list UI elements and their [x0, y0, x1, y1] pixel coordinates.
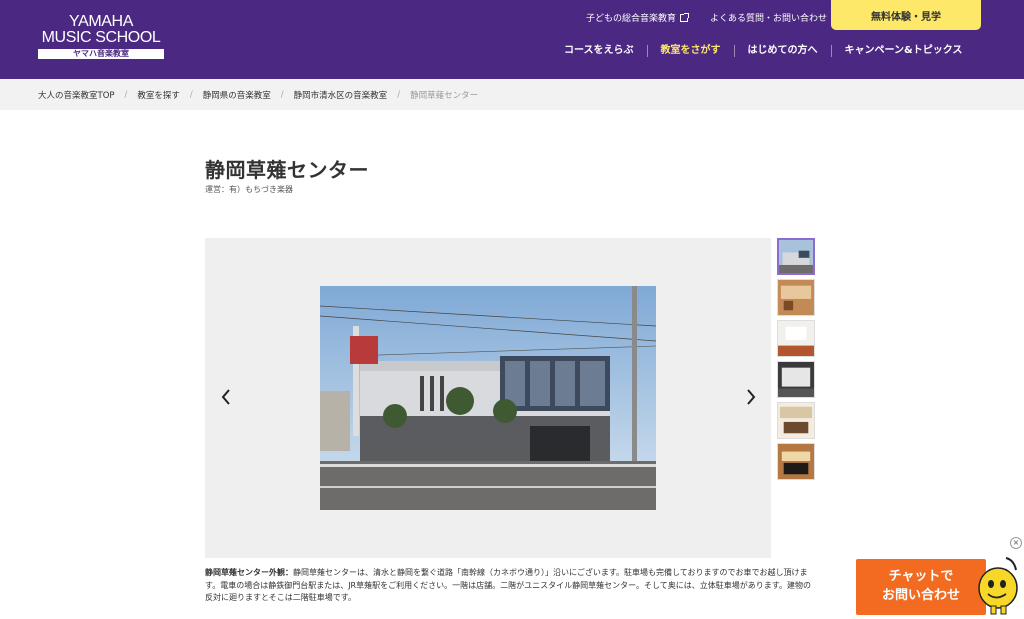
logo-line-2: MUSIC SCHOOL [41, 29, 161, 46]
main-nav: コースをえらぶ 教室をさがす はじめての方へ キャンペーン&トピックス [548, 45, 975, 57]
thumbnail-list [777, 238, 815, 484]
operator-info: 運営：有）もちづき楽器 [205, 185, 293, 194]
photo-gallery [205, 238, 771, 558]
nav-item-first-time[interactable]: はじめての方へ [733, 45, 831, 57]
chevron-right-icon [747, 389, 756, 405]
chat-close-button[interactable]: × [1010, 537, 1022, 549]
breadcrumb-item-current: 静岡草薙センター [410, 90, 479, 101]
chat-line-2: お問い合わせ [881, 588, 960, 603]
caption-text: 静岡草薙センターは、清水と静岡を繋ぐ道路「南幹線（カネボウ通り）」沿いにございま… [205, 568, 811, 602]
thumbnail-room-3[interactable] [777, 402, 815, 439]
thumbnail-lobby[interactable] [777, 279, 815, 316]
breadcrumb-item-city[interactable]: 静岡市清水区の音楽教室 [294, 89, 388, 101]
mascot-icon [976, 556, 1022, 616]
thumbnail-piano-room[interactable] [777, 443, 815, 480]
breadcrumb-separator: / [124, 89, 128, 100]
breadcrumb-separator: / [280, 89, 284, 100]
util-link-faq[interactable]: よくある質問・お問い合わせ [710, 11, 827, 24]
breadcrumb-separator: / [397, 89, 401, 100]
logo-subtitle: ヤマハ音楽教室 [38, 49, 164, 59]
util-link-kids-label: 子どもの総合音楽教育 [586, 14, 677, 24]
page-title: 静岡草薙センター [205, 158, 369, 182]
main-photo [320, 286, 656, 510]
logo-line-1: YAMAHA [69, 13, 133, 30]
thumbnail-room-2[interactable] [777, 361, 815, 398]
chat-line-1: チャットで [888, 569, 954, 584]
site-header: YAMAHA MUSIC SCHOOL ヤマハ音楽教室 子どもの総合音楽教育 よ… [0, 0, 1024, 79]
next-arrow-button[interactable] [744, 388, 758, 406]
yamaha-logo[interactable]: YAMAHA MUSIC SCHOOL ヤマハ音楽教室 [38, 14, 164, 59]
breadcrumb-item-top[interactable]: 大人の音楽教室TOP [38, 89, 115, 101]
photo-caption: 静岡草薙センター外観：静岡草薙センターは、清水と静岡を繋ぐ道路「南幹線（カネボウ… [205, 567, 813, 605]
thumbnail-exterior[interactable] [777, 238, 815, 275]
nav-item-courses[interactable]: コースをえらぶ [548, 45, 647, 57]
nav-item-find-school[interactable]: 教室をさがす [646, 45, 734, 57]
external-link-icon [680, 13, 690, 22]
caption-label: 静岡草薙センター外観： [205, 568, 293, 577]
nav-item-campaigns[interactable]: キャンペーン&トピックス [830, 45, 976, 57]
breadcrumb-separator: / [189, 89, 193, 100]
breadcrumb: 大人の音楽教室TOP / 教室を探す / 静岡県の音楽教室 / 静岡市清水区の音… [0, 79, 1024, 110]
utility-links: 子どもの総合音楽教育 よくある質問・お問い合わせ [586, 11, 827, 24]
breadcrumb-item-prefecture[interactable]: 静岡県の音楽教室 [203, 89, 271, 101]
prev-arrow-button[interactable] [219, 388, 233, 406]
free-trial-button[interactable]: 無料体験・見学 [831, 0, 981, 30]
chat-button[interactable]: チャットで お問い合わせ [856, 559, 986, 615]
util-link-kids-education[interactable]: 子どもの総合音楽教育 [586, 11, 690, 24]
breadcrumb-item-find[interactable]: 教室を探す [137, 89, 180, 101]
chevron-left-icon [221, 389, 230, 405]
thumbnail-room-1[interactable] [777, 320, 815, 357]
